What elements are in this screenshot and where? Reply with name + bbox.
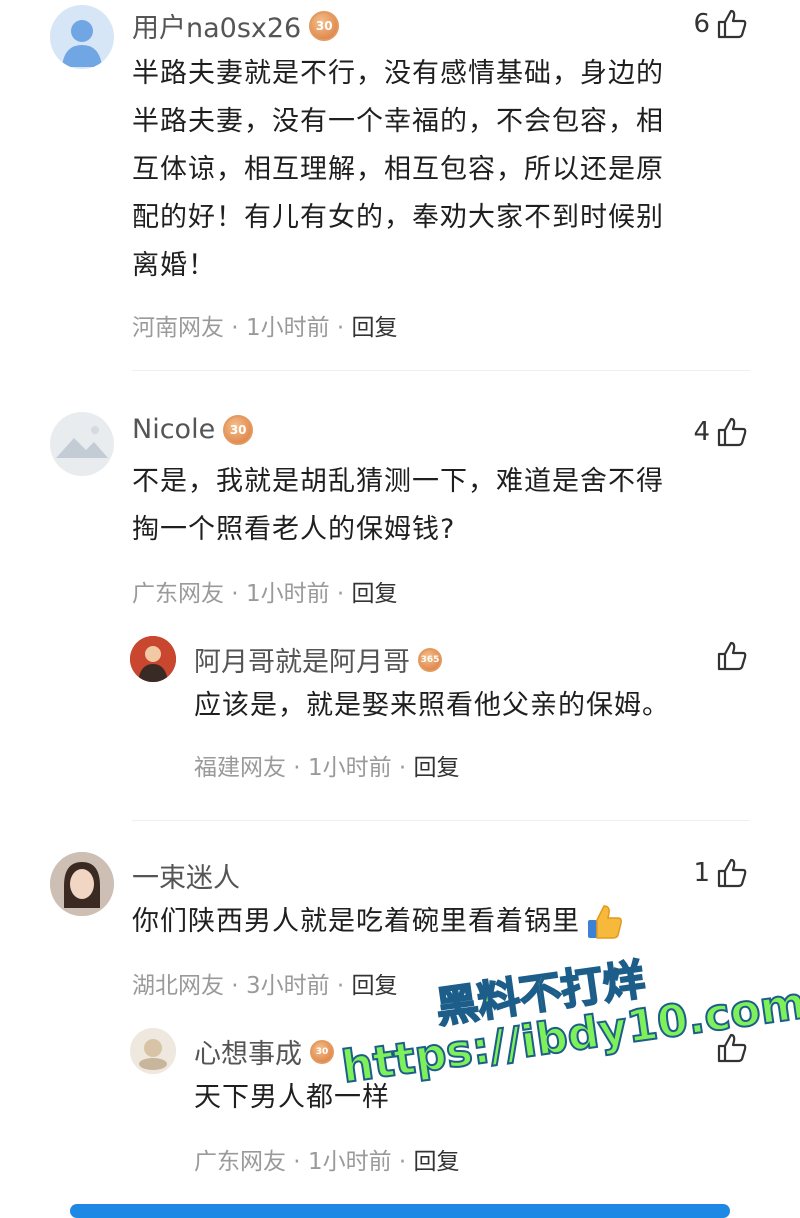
level-badge: 30 bbox=[223, 414, 254, 445]
thumbs-up-icon bbox=[717, 417, 747, 447]
avatar[interactable] bbox=[130, 636, 176, 682]
comment-text: 你们陕西男人就是吃着碗里看着锅里 bbox=[132, 898, 772, 946]
reply-button[interactable]: 回复 bbox=[352, 581, 398, 607]
comment-meta: 福建网友 · 1小时前 · 回复 bbox=[194, 755, 460, 781]
comment-meta: 河南网友 · 1小时前 · 回复 bbox=[132, 315, 398, 341]
thumbs-up-emoji-icon bbox=[588, 905, 622, 939]
default-user-icon bbox=[62, 20, 102, 67]
like-button[interactable]: 1 bbox=[693, 857, 748, 889]
username[interactable]: 阿月哥就是阿月哥 365 bbox=[194, 640, 442, 679]
reply-button[interactable]: 回复 bbox=[352, 973, 398, 999]
photo-avatar-icon bbox=[130, 636, 176, 682]
divider bbox=[132, 820, 750, 821]
like-button[interactable]: 4 bbox=[693, 416, 748, 448]
divider bbox=[132, 370, 750, 371]
reply-button[interactable]: 回复 bbox=[352, 315, 398, 341]
photo-avatar-icon bbox=[130, 1028, 176, 1074]
avatar[interactable] bbox=[130, 1028, 176, 1074]
comment-text: 天下男人都一样 bbox=[194, 1082, 390, 1113]
like-count: 4 bbox=[693, 417, 710, 447]
bottom-action-bar[interactable] bbox=[70, 1204, 730, 1218]
landscape-avatar-icon bbox=[56, 426, 108, 458]
avatar[interactable] bbox=[50, 852, 114, 916]
thumbs-up-icon bbox=[717, 858, 747, 888]
comment-text: 不是，我就是胡乱猜测一下，难道是舍不得 掏一个照看老人的保姆钱? bbox=[132, 466, 664, 545]
username[interactable]: 一束迷人 bbox=[132, 856, 240, 895]
photo-avatar-icon bbox=[50, 852, 114, 916]
thumbs-up-icon bbox=[717, 9, 747, 39]
comment-meta: 广东网友 · 1小时前 · 回复 bbox=[132, 581, 398, 607]
like-button[interactable] bbox=[710, 640, 748, 672]
avatar[interactable] bbox=[50, 412, 114, 476]
username[interactable]: 用户na0sx26 30 bbox=[132, 6, 340, 45]
reply-button[interactable]: 回复 bbox=[414, 1149, 460, 1175]
username[interactable]: 心想事成 30 bbox=[194, 1032, 334, 1071]
level-badge: 30 bbox=[310, 1039, 334, 1064]
thumbs-up-icon bbox=[717, 641, 747, 671]
comment-meta: 广东网友 · 1小时前 · 回复 bbox=[194, 1149, 460, 1175]
comment-text: 应该是，就是娶来照看他父亲的保姆。 bbox=[194, 690, 670, 721]
avatar[interactable] bbox=[50, 5, 114, 69]
username[interactable]: Nicole 30 bbox=[132, 414, 254, 445]
comment-text: 半路夫妻就是不行，没有感情基础，身边的 半路夫妻，没有一个幸福的，不会包容，相 … bbox=[132, 58, 664, 281]
like-count: 1 bbox=[693, 858, 710, 888]
like-count: 6 bbox=[693, 9, 710, 39]
like-button[interactable]: 6 bbox=[693, 8, 748, 40]
level-badge: 30 bbox=[309, 10, 340, 41]
level-badge: 365 bbox=[418, 647, 442, 672]
comment-meta: 湖北网友 · 3小时前 · 回复 bbox=[132, 973, 398, 999]
reply-button[interactable]: 回复 bbox=[414, 755, 460, 781]
